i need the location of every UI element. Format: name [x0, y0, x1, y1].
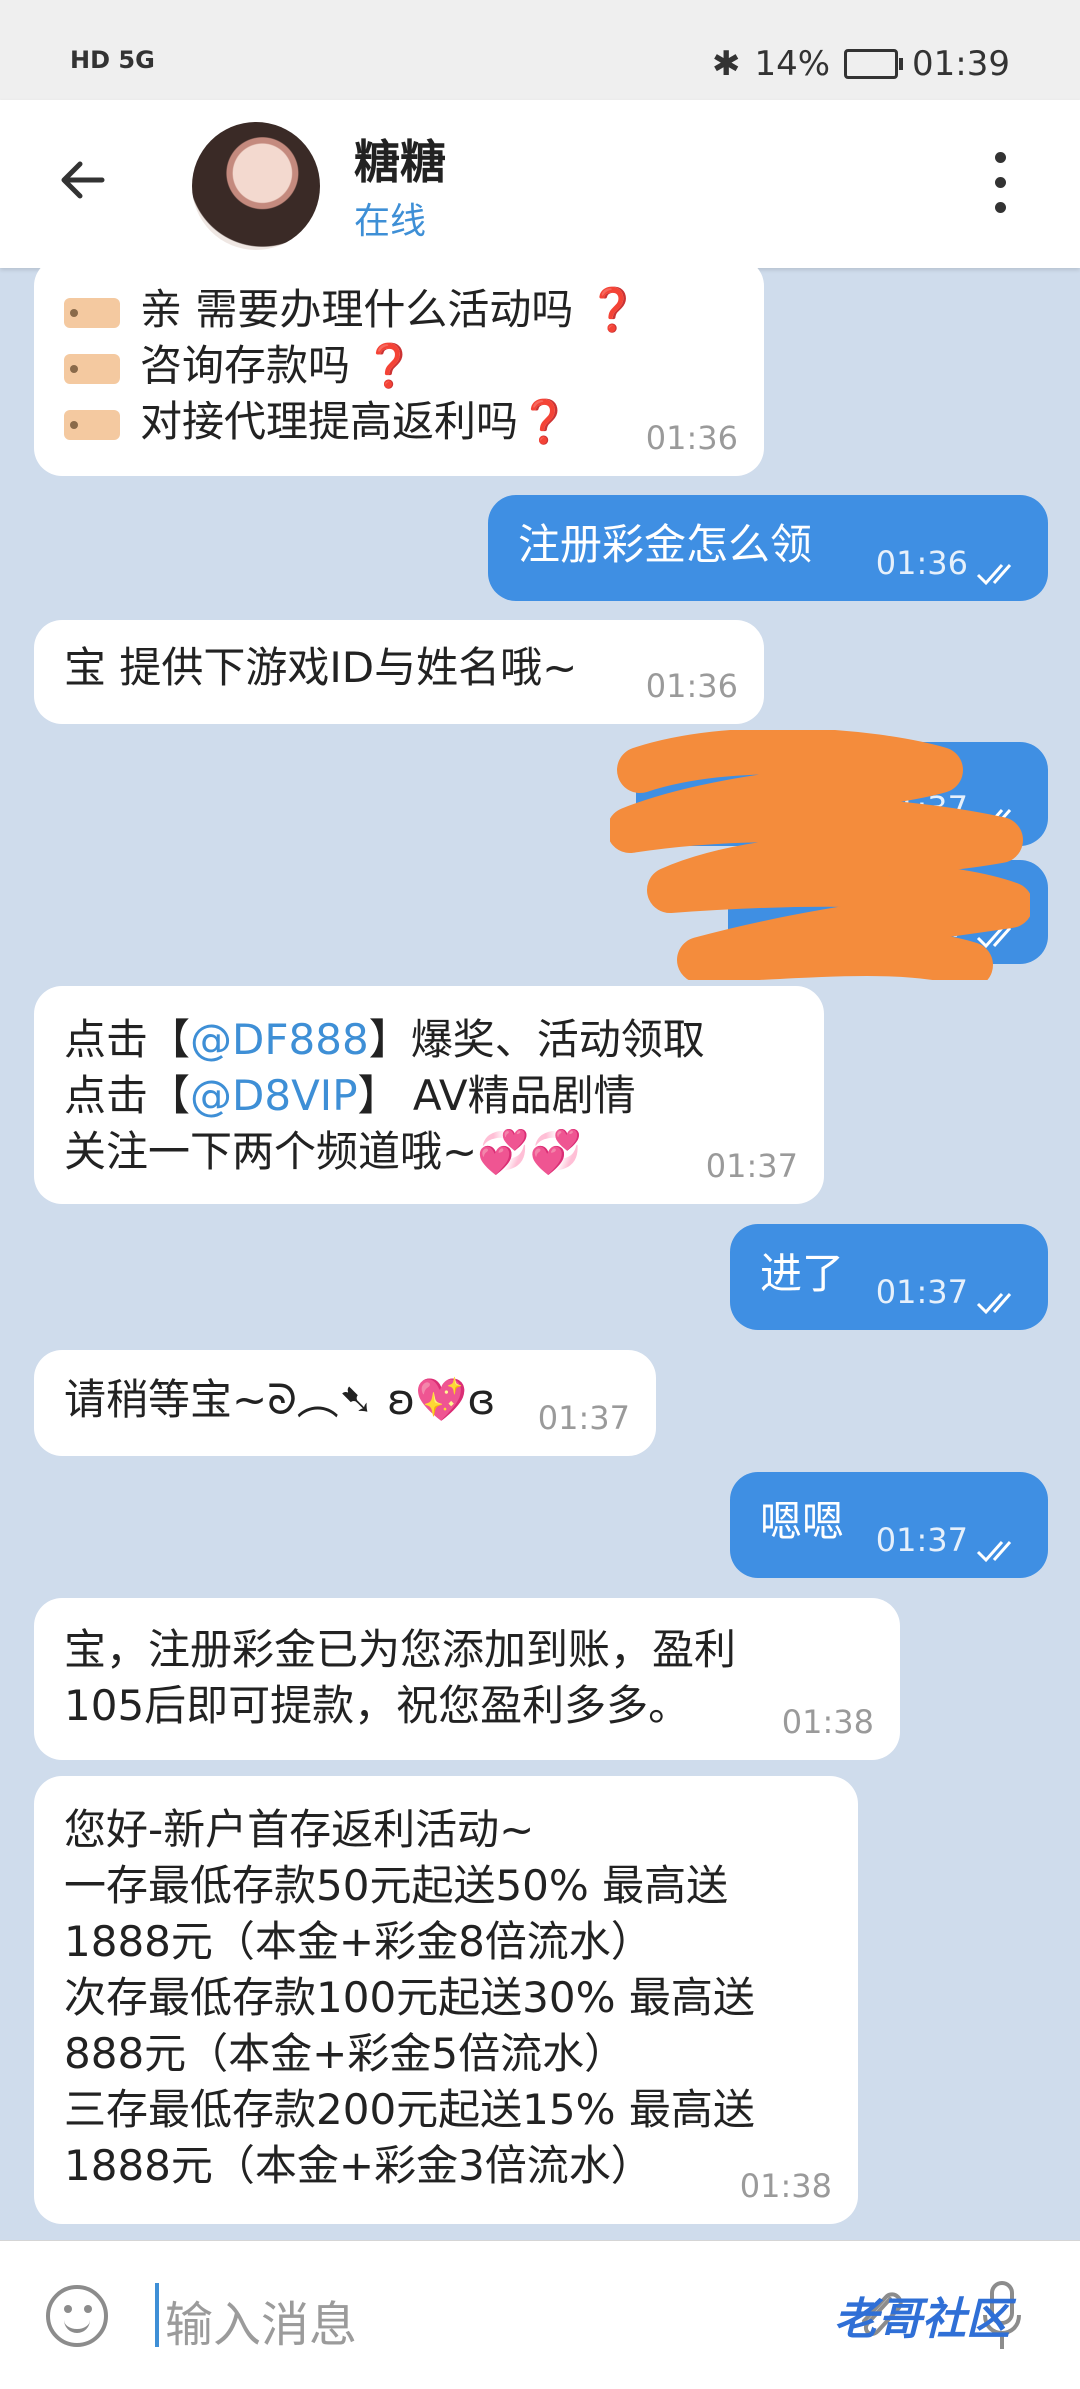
network-indicator: HD 5G	[70, 46, 155, 74]
message-incoming[interactable]: 请稍等宝~ᘐ︵➷ ʚ💖ɞ 01:37	[34, 1350, 656, 1456]
message-time: 01:36	[645, 667, 738, 705]
chat-header: 糖糖 在线	[0, 100, 1080, 268]
message-line: 次存最低存款100元起送30% 最高送	[64, 1973, 755, 2022]
battery-icon	[844, 49, 904, 79]
message-outgoing[interactable]: 进了 01:37	[730, 1224, 1048, 1330]
message-line: 宝，注册彩金已为您添加到账，盈利	[64, 1625, 737, 1674]
watermark-logo: 老哥社区	[834, 2294, 1010, 2345]
input-bar: 输入消息 老哥社区	[0, 2240, 1080, 2389]
message-line: 三存最低存款200元起送15% 最高送	[64, 2085, 755, 2134]
more-vert-icon[interactable]	[990, 152, 1010, 222]
message-time: 01:37	[705, 1147, 798, 1185]
message-line: 关注一下两个频道哦~💞💞	[64, 1127, 582, 1176]
question-icon: ❓	[363, 341, 416, 390]
avatar[interactable]	[192, 122, 320, 250]
message-incoming[interactable]: 您好-新户首存返利活动~ 一存最低存款50元起送50% 最高送 1888元（本金…	[34, 1776, 858, 2224]
tag-icon	[64, 353, 120, 384]
message-time: 01:38	[739, 2167, 832, 2205]
message-line: 105后即可提款，祝您盈利多多。	[64, 1681, 691, 1730]
message-line: 一存最低存款50元起送50% 最高送	[64, 1861, 729, 1910]
message-incoming[interactable]: 宝，注册彩金已为您添加到账，盈利 105后即可提款，祝您盈利多多。 01:38	[34, 1598, 900, 1760]
channel-link[interactable]: @D8VIP	[190, 1071, 358, 1120]
message-text: 进了	[760, 1249, 845, 1298]
message-outgoing[interactable]: 注册彩金怎么领 01:36	[488, 495, 1048, 601]
message-incoming[interactable]: 点击【@DF888】爆奖、活动领取 点击【@D8VIP】 AV精品剧情 关注一下…	[34, 986, 824, 1204]
message-time: 01:37	[875, 1521, 968, 1559]
message-incoming[interactable]: 宝 提供下游戏ID与姓名哦~ 01:36	[34, 620, 764, 724]
text-cursor	[155, 2283, 159, 2347]
bluetooth-icon: ✱	[711, 44, 741, 84]
message-line: 1888元（本金+彩金8倍流水）	[64, 1917, 653, 1966]
tag-icon	[64, 297, 120, 328]
read-ticks-icon	[976, 564, 1012, 586]
message-incoming[interactable]: 亲 需要办理什么活动吗 ❓ 咨询存款吗 ❓ 对接代理提高返利吗❓ 01:36	[34, 258, 764, 476]
battery-percent: 14%	[754, 44, 831, 84]
back-arrow-icon[interactable]	[52, 150, 112, 210]
contact-name[interactable]: 糖糖	[354, 126, 446, 192]
read-ticks-icon	[976, 1293, 1012, 1315]
message-line: 亲 需要办理什么活动吗 ❓	[64, 282, 734, 338]
status-bar: HD 5G ✱ 14% 01:39	[0, 0, 1080, 100]
message-text: 宝 提供下游戏ID与姓名哦~	[64, 643, 578, 692]
message-line: 1888元（本金+彩金3倍流水）	[64, 2141, 653, 2190]
message-input[interactable]: 输入消息	[165, 2285, 357, 2355]
read-ticks-icon	[976, 1541, 1012, 1563]
message-time: 01:37	[875, 1273, 968, 1311]
message-outgoing[interactable]: 嗯嗯 01:37	[730, 1472, 1048, 1578]
message-text: 注册彩金怎么领	[518, 520, 813, 569]
message-time: 01:36	[875, 544, 968, 582]
message-text: 嗯嗯	[760, 1497, 845, 1546]
message-time: 01:38	[781, 1703, 874, 1741]
tag-icon	[64, 409, 120, 440]
message-line: 对接代理提高返利吗❓	[64, 394, 734, 450]
message-text: 请稍等宝~ᘐ︵➷ ʚ💖ɞ	[64, 1375, 496, 1424]
question-icon: ❓	[586, 285, 640, 334]
message-time: 01:37	[537, 1399, 630, 1437]
message-line: 点击【@D8VIP】 AV精品剧情	[64, 1071, 636, 1120]
message-time: 01:36	[645, 419, 738, 457]
message-line: 您好-新户首存返利活动~	[64, 1805, 535, 1854]
contact-status: 在线	[354, 201, 427, 242]
channel-link[interactable]: @DF888	[190, 1015, 369, 1064]
message-line: 咨询存款吗 ❓	[64, 338, 734, 394]
redaction-scribble	[610, 730, 1030, 980]
clock: 01:39	[912, 44, 1010, 84]
status-right: ✱ 14% 01:39	[712, 44, 1010, 84]
emoji-icon[interactable]	[46, 2285, 108, 2347]
question-icon: ❓	[518, 397, 571, 446]
message-line: 888元（本金+彩金5倍流水）	[64, 2029, 627, 2078]
message-line: 点击【@DF888】爆奖、活动领取	[64, 1015, 705, 1064]
